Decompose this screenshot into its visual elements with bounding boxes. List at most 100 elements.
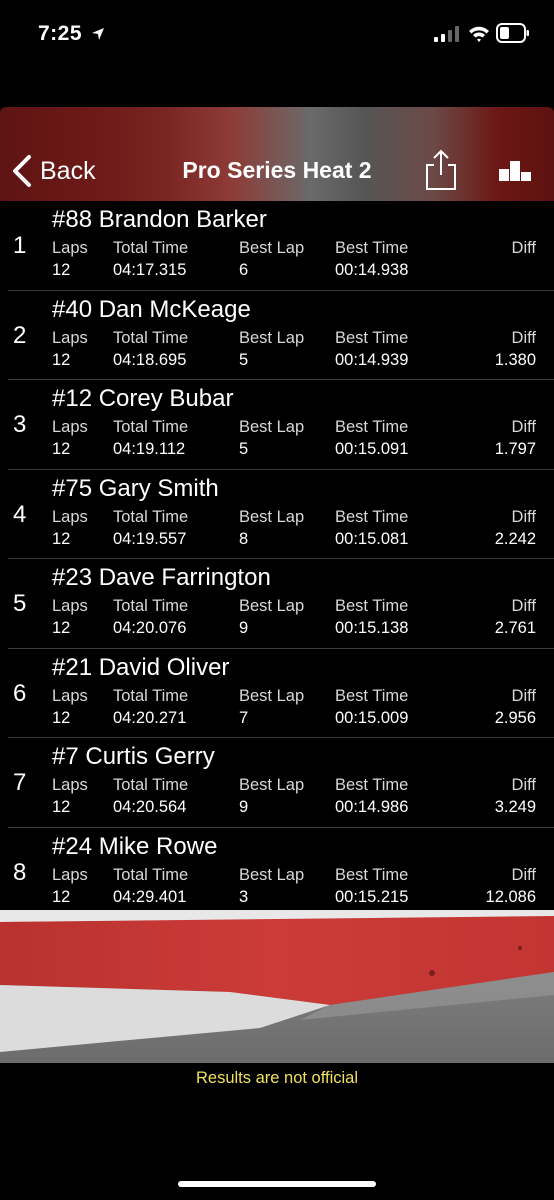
result-row[interactable]: 3 #12 Corey Bubar Laps Total Time Best L… [8, 380, 554, 470]
diff-label: Diff [511, 418, 536, 436]
best-time-label: Best Time [335, 597, 409, 615]
laps-value: 12 [52, 529, 71, 548]
result-row[interactable]: 4 #75 Gary Smith Laps Total Time Best La… [8, 470, 554, 559]
result-row[interactable]: 5 #23 Dave Farrington Laps Total Time Be… [8, 559, 554, 649]
best-time-value: 00:14.938 [335, 261, 409, 279]
location-arrow-icon [92, 28, 104, 40]
driver-name: #7 Curtis Gerry [52, 743, 215, 770]
diff-value: 2.761 [494, 619, 536, 637]
total-time-label: Total Time [113, 776, 189, 794]
laps-label: Laps [52, 686, 88, 705]
total-time-label: Total Time [113, 686, 189, 705]
diff-label: Diff [511, 597, 536, 615]
position: 4 [13, 500, 27, 528]
driver-name: #88 Brandon Barker [52, 206, 267, 233]
best-time-value: 00:15.009 [335, 708, 409, 727]
diff-value: 2.956 [494, 708, 536, 727]
laps-value: 12 [52, 350, 71, 369]
best-time-label: Best Time [335, 507, 409, 526]
diff-value: 3.249 [494, 798, 536, 816]
total-time-value: 04:20.271 [113, 708, 187, 727]
diff-label: Diff [511, 686, 536, 705]
status-time: 7:25 [38, 22, 83, 45]
laps-label: Laps [52, 418, 88, 436]
wifi-icon [469, 26, 489, 42]
driver-name: #40 Dan McKeage [52, 295, 251, 323]
battery-icon [496, 23, 529, 43]
best-lap-value: 5 [239, 440, 249, 458]
diff-label: Diff [511, 507, 536, 526]
best-lap-value: 8 [239, 529, 249, 548]
best-lap-label: Best Lap [239, 239, 305, 257]
driver-name: #12 Corey Bubar [52, 385, 234, 412]
diff-label: Diff [511, 239, 536, 257]
total-time-value: 04:19.112 [113, 440, 186, 458]
laps-label: Laps [52, 507, 88, 526]
best-lap-label: Best Lap [239, 865, 305, 884]
home-indicator[interactable] [178, 1181, 376, 1187]
total-time-value: 04:19.557 [113, 529, 187, 548]
result-row[interactable]: 2 #40 Dan McKeage Laps Total Time Best L… [8, 291, 554, 380]
best-lap-label: Best Lap [239, 418, 305, 436]
back-label: Back [40, 156, 96, 185]
best-time-label: Best Time [335, 328, 409, 347]
total-time-value: 04:18.695 [113, 350, 187, 369]
laps-value: 12 [52, 619, 71, 637]
result-row[interactable]: 1 #88 Brandon Barker Laps Total Time Bes… [8, 201, 554, 291]
position: 3 [13, 411, 27, 438]
result-row[interactable]: 8 #24 Mike Rowe Laps Total Time Best Lap… [8, 828, 554, 917]
laps-value: 12 [52, 440, 71, 458]
total-time-label: Total Time [113, 865, 189, 884]
chevron-left-icon [13, 155, 31, 187]
total-time-label: Total Time [113, 418, 189, 436]
best-lap-label: Best Lap [239, 776, 305, 794]
laps-value: 12 [52, 798, 71, 816]
laps-label: Laps [52, 239, 88, 257]
total-time-value: 04:20.076 [113, 619, 187, 637]
laps-value: 12 [52, 708, 71, 727]
total-time-value: 04:29.401 [113, 887, 187, 906]
best-time-value: 00:15.138 [335, 619, 409, 637]
position: 7 [13, 769, 27, 796]
best-lap-value: 6 [239, 261, 249, 279]
best-lap-value: 3 [239, 887, 249, 906]
best-lap-value: 9 [239, 798, 249, 816]
best-lap-label: Best Lap [239, 328, 305, 347]
diff-value: 12.086 [485, 887, 536, 906]
total-time-label: Total Time [113, 328, 189, 347]
podium-icon[interactable] [499, 161, 531, 181]
diff-label: Diff [511, 328, 536, 347]
diff-value: 1.797 [494, 440, 536, 458]
result-row[interactable]: 6 #21 David Oliver Laps Total Time Best … [8, 649, 554, 738]
share-icon[interactable] [423, 149, 459, 191]
best-lap-value: 7 [239, 708, 249, 727]
track-curb-graphic [0, 910, 554, 1063]
navigation-bar: Back Pro Series Heat 2 [0, 107, 554, 201]
best-lap-label: Best Lap [239, 597, 305, 615]
best-time-label: Best Time [335, 239, 409, 257]
back-button[interactable]: Back [10, 154, 96, 188]
total-time-label: Total Time [113, 507, 189, 526]
result-row[interactable]: 7 #7 Curtis Gerry Laps Total Time Best L… [8, 738, 554, 828]
driver-name: #21 David Oliver [52, 653, 230, 681]
laps-label: Laps [52, 776, 88, 794]
best-time-label: Best Time [335, 865, 409, 884]
total-time-value: 04:20.564 [113, 798, 187, 816]
total-time-label: Total Time [113, 597, 189, 615]
laps-label: Laps [52, 865, 88, 884]
cellular-signal-icon [434, 26, 459, 42]
total-time-label: Total Time [113, 239, 189, 257]
best-time-label: Best Time [335, 686, 409, 705]
driver-name: #23 Dave Farrington [52, 564, 271, 591]
track-curb-image [0, 910, 554, 1063]
results-disclaimer: Results are not official [195, 1069, 359, 1087]
diff-label: Diff [511, 865, 536, 884]
best-time-label: Best Time [335, 418, 409, 436]
best-lap-value: 5 [239, 350, 249, 369]
driver-name: #24 Mike Rowe [52, 832, 218, 860]
position: 1 [13, 232, 27, 259]
laps-value: 12 [52, 887, 71, 906]
best-lap-value: 9 [239, 619, 249, 637]
position: 8 [13, 858, 27, 886]
position: 6 [13, 679, 27, 707]
